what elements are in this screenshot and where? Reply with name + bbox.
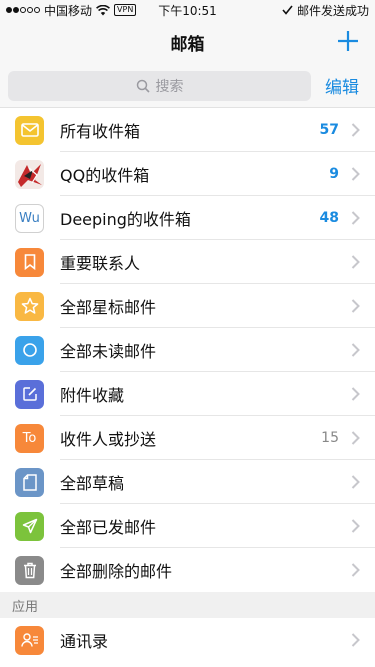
inbox-icon bbox=[15, 115, 44, 145]
attachment-edit-icon bbox=[15, 379, 44, 409]
chevron-right-icon bbox=[351, 387, 360, 401]
chevron-right-icon bbox=[351, 255, 360, 269]
mailbox-row-vip[interactable]: 重要联系人 bbox=[0, 240, 375, 284]
chevron-right-icon bbox=[351, 633, 360, 647]
check-icon bbox=[282, 5, 293, 15]
mailbox-row-unread[interactable]: 全部未读邮件 bbox=[0, 328, 375, 372]
page-title: 邮箱 bbox=[170, 34, 205, 55]
status-bar: 中国移动 VPN 下午10:51 邮件发送成功 bbox=[0, 0, 375, 20]
compose-button[interactable] bbox=[333, 26, 363, 56]
chevron-right-icon bbox=[351, 475, 360, 489]
navigation-bar: 邮箱 bbox=[0, 20, 375, 64]
signal-strength-icon bbox=[6, 7, 40, 13]
carrier-name: 中国移动 bbox=[44, 3, 93, 18]
chevron-right-icon bbox=[351, 123, 360, 137]
mailbox-label: 全部删除的邮件 bbox=[60, 562, 173, 581]
mailbox-row-sent[interactable]: 全部已发邮件 bbox=[0, 504, 375, 548]
vpn-badge: VPN bbox=[114, 4, 137, 16]
app-row-contacts[interactable]: 通讯录 bbox=[0, 618, 375, 662]
bookmark-icon bbox=[15, 247, 44, 277]
apps-list: 通讯录 bbox=[0, 618, 375, 662]
section-header-apps: 应用 bbox=[0, 592, 375, 618]
chevron-right-icon bbox=[351, 299, 360, 313]
search-input[interactable]: 搜索 bbox=[8, 70, 311, 101]
mailbox-label: 全部星标邮件 bbox=[60, 298, 157, 317]
search-placeholder: 搜索 bbox=[155, 78, 184, 95]
mailbox-row-all-inbox[interactable]: 所有收件箱 57 bbox=[0, 108, 375, 152]
chevron-right-icon bbox=[351, 343, 360, 357]
search-icon bbox=[136, 79, 150, 93]
app-label: 通讯录 bbox=[60, 632, 109, 651]
mailbox-label: 全部未读邮件 bbox=[60, 342, 157, 361]
mailbox-row-to-cc[interactable]: To 收件人或抄送 15 bbox=[0, 416, 375, 460]
send-icon bbox=[15, 511, 44, 541]
wu-avatar-icon: Wu bbox=[15, 203, 44, 233]
unread-count: 57 bbox=[319, 122, 339, 138]
mailbox-label: 重要联系人 bbox=[60, 254, 141, 273]
contacts-icon bbox=[15, 625, 44, 655]
wifi-icon bbox=[96, 4, 110, 15]
mailbox-label: 所有收件箱 bbox=[60, 122, 141, 141]
mailbox-row-deleted[interactable]: 全部删除的邮件 bbox=[0, 548, 375, 592]
draft-icon bbox=[15, 467, 44, 497]
mailbox-label: Deeping的收件箱 bbox=[60, 210, 191, 229]
mailbox-label: 附件收藏 bbox=[60, 386, 125, 405]
chevron-right-icon bbox=[351, 167, 360, 181]
trash-icon bbox=[15, 555, 44, 585]
plus-icon bbox=[338, 31, 358, 51]
star-icon bbox=[15, 291, 44, 321]
search-row: 搜索 编辑 bbox=[0, 64, 375, 108]
unread-count: 48 bbox=[319, 210, 339, 226]
edit-button[interactable]: 编辑 bbox=[325, 73, 367, 98]
mailbox-label: QQ的收件箱 bbox=[60, 166, 150, 185]
mailbox-row-deeping-inbox[interactable]: Wu Deeping的收件箱 48 bbox=[0, 196, 375, 240]
mailbox-label: 收件人或抄送 bbox=[60, 430, 157, 449]
chevron-right-icon bbox=[351, 211, 360, 225]
mailbox-row-starred[interactable]: 全部星标邮件 bbox=[0, 284, 375, 328]
chevron-right-icon bbox=[351, 431, 360, 445]
status-message: 邮件发送成功 bbox=[296, 3, 369, 18]
mailbox-label: 全部已发邮件 bbox=[60, 518, 157, 537]
mailbox-row-attachments[interactable]: 附件收藏 bbox=[0, 372, 375, 416]
mailbox-list: 所有收件箱 57 QQ的收件箱 9 Wu Deeping的收件箱 48 重要联系… bbox=[0, 108, 375, 592]
mail-count: 15 bbox=[321, 430, 339, 446]
unread-count: 9 bbox=[329, 166, 339, 182]
mailbox-label: 全部草稿 bbox=[60, 474, 125, 493]
mailbox-row-drafts[interactable]: 全部草稿 bbox=[0, 460, 375, 504]
chevron-right-icon bbox=[351, 563, 360, 577]
mailbox-row-qq-inbox[interactable]: QQ的收件箱 9 bbox=[0, 152, 375, 196]
to-cc-icon: To bbox=[15, 423, 44, 453]
chevron-right-icon bbox=[351, 519, 360, 533]
qq-avatar-icon bbox=[15, 159, 44, 189]
circle-icon bbox=[15, 335, 44, 365]
